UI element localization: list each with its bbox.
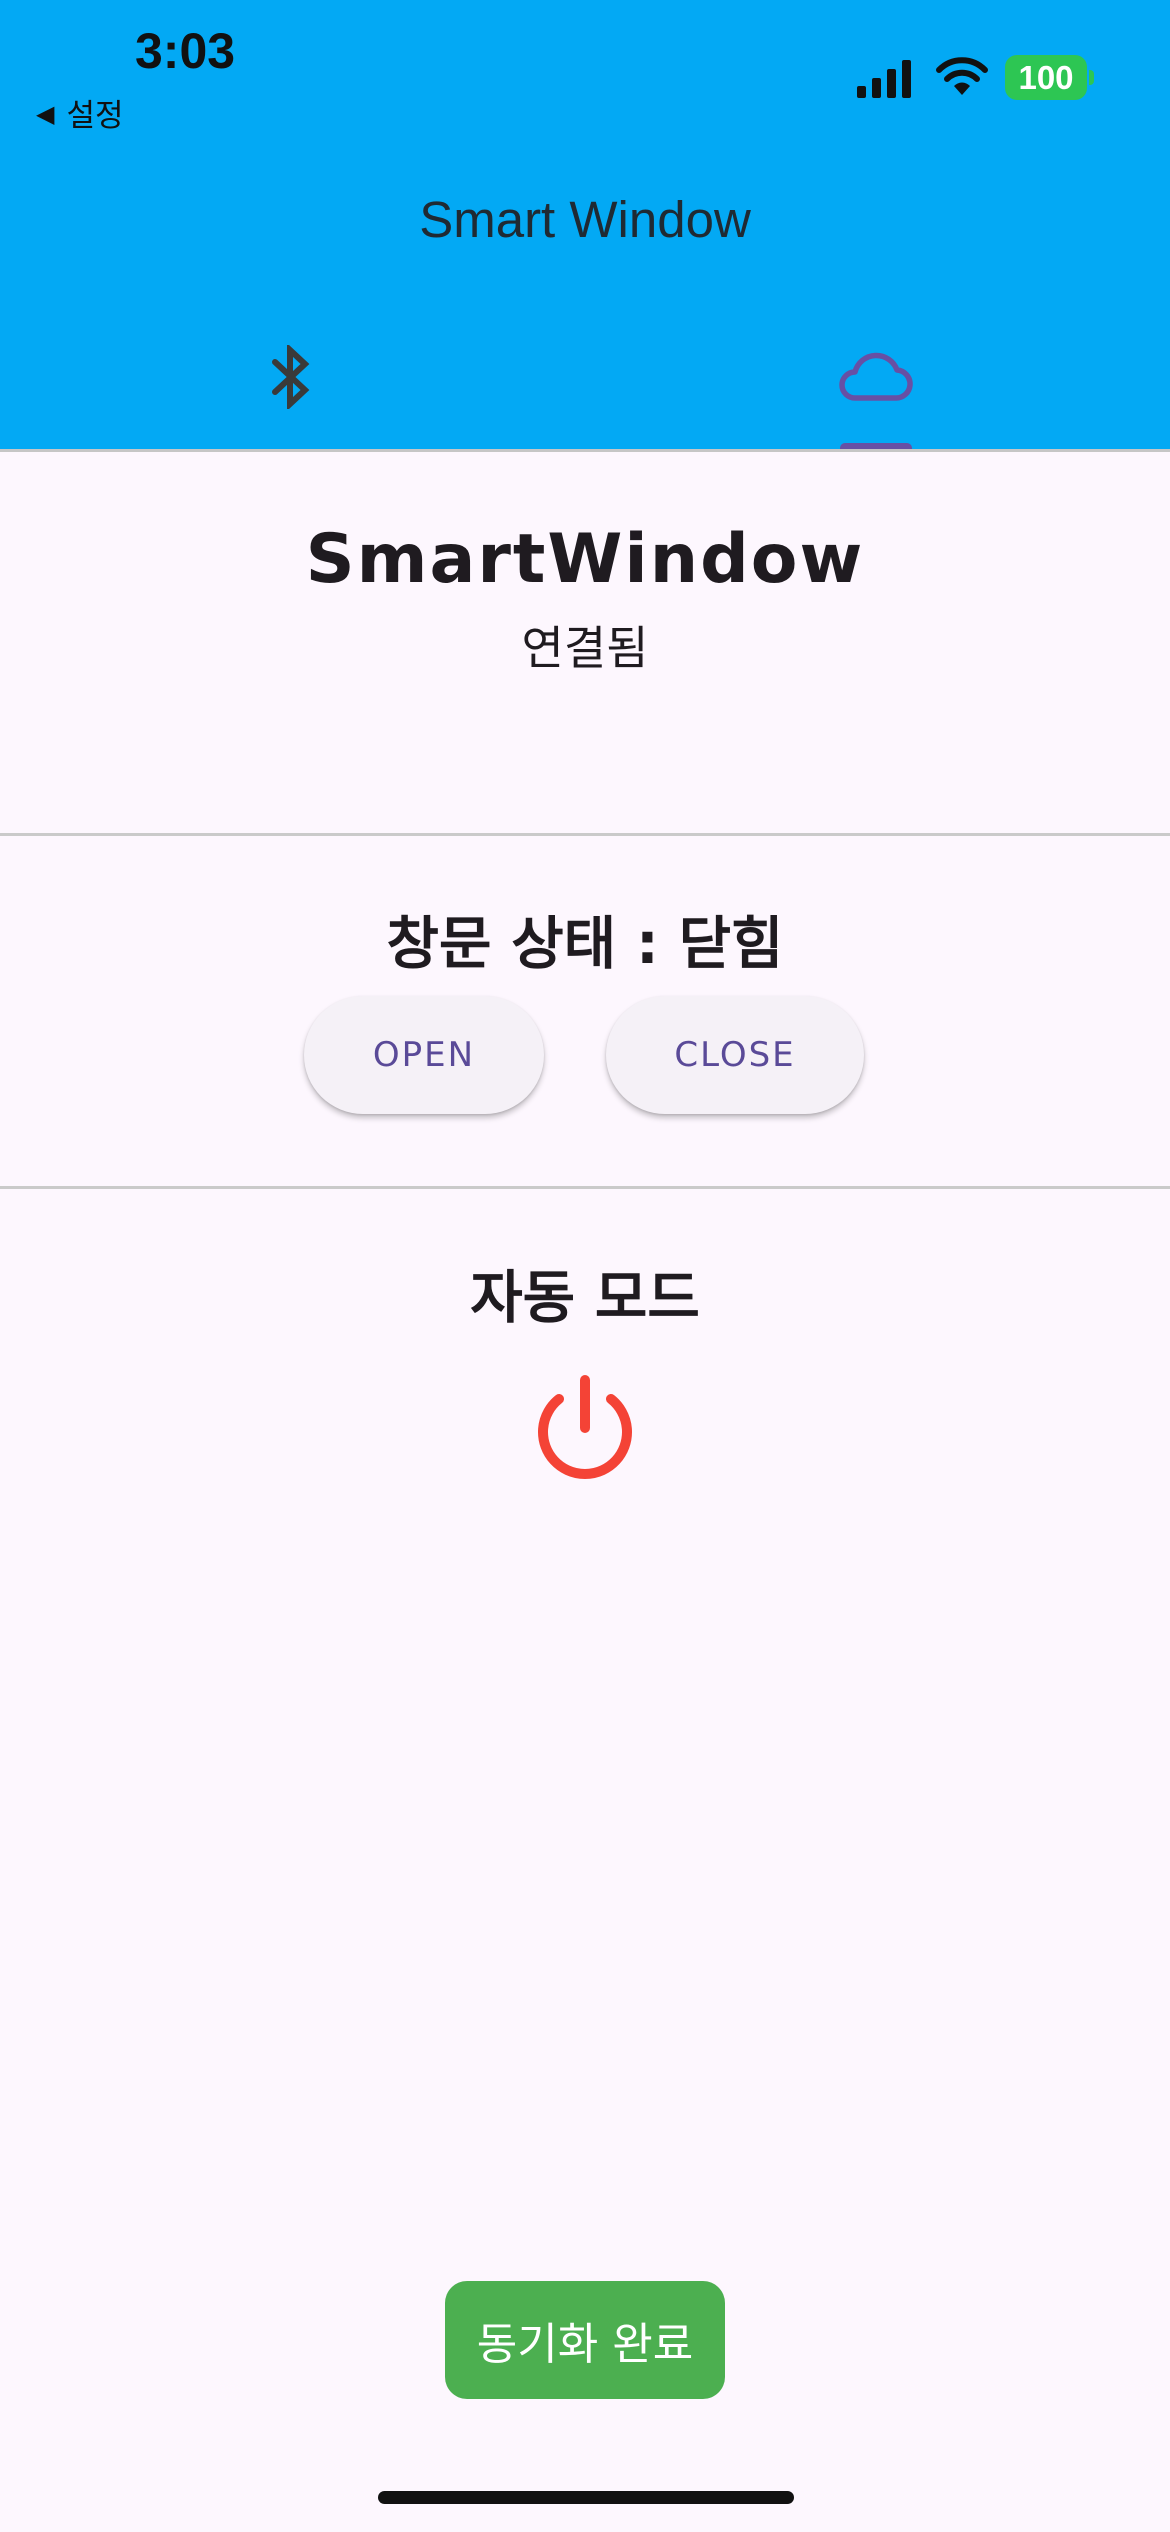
device-name: SmartWindow	[305, 520, 865, 599]
page-title: Smart Window	[419, 191, 751, 248]
section-divider	[0, 833, 1170, 836]
back-arrow-icon: ◀	[36, 99, 55, 128]
wifi-icon	[936, 57, 988, 95]
cloud-icon	[839, 352, 913, 401]
app-bar: 3:03 ◀ 설정 100 Smart Window	[0, 0, 1170, 452]
battery-icon: 100	[1005, 55, 1087, 100]
auto-mode-power-button[interactable]	[528, 1372, 642, 1486]
power-icon	[538, 1375, 632, 1479]
section-divider	[0, 1186, 1170, 1189]
close-button[interactable]: CLOSE	[606, 996, 864, 1114]
auto-mode-label: 자동 모드	[470, 1265, 700, 1331]
home-indicator[interactable]	[378, 2491, 794, 2504]
sync-snackbar: 동기화 완료	[445, 2281, 725, 2399]
open-button[interactable]: OPEN	[304, 996, 544, 1114]
bluetooth-icon	[272, 345, 310, 409]
window-status: 창문 상태 : 닫힘	[386, 911, 784, 977]
connection-status: 연결됨	[521, 621, 649, 675]
header-divider	[0, 449, 1170, 452]
battery-nub	[1089, 70, 1094, 85]
tab-bluetooth[interactable]	[0, 330, 585, 450]
back-label: 설정	[66, 98, 124, 134]
back-to-settings-link[interactable]: ◀ 설정	[36, 90, 124, 135]
status-time: 3:03	[135, 23, 236, 79]
tab-cloud[interactable]	[585, 330, 1170, 452]
signal-icon	[857, 60, 911, 98]
